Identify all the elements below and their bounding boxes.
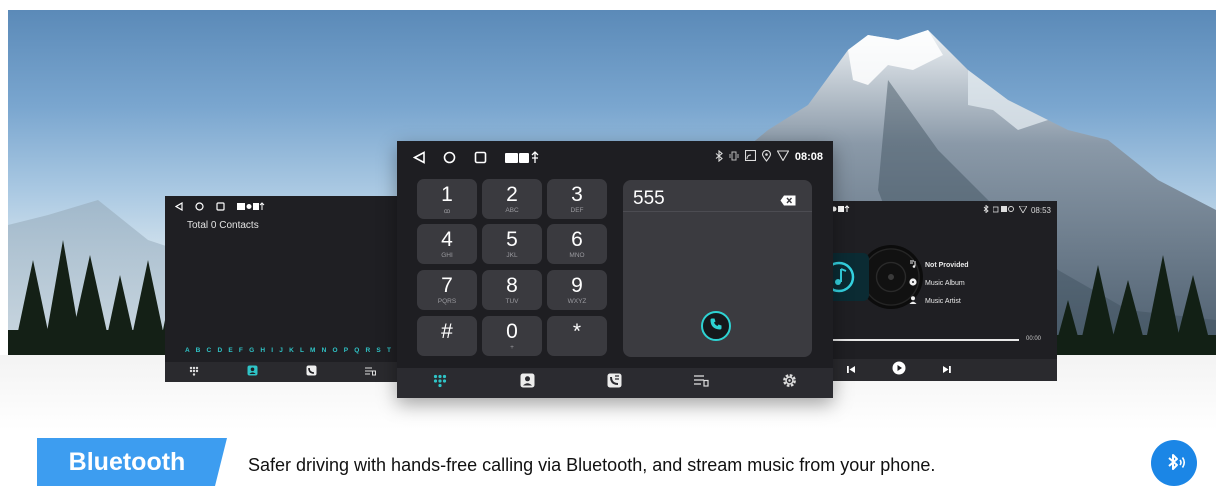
contacts-count: Total 0 Contacts: [187, 220, 259, 231]
key-3[interactable]: 3 DEF: [547, 179, 607, 219]
track-info: Not Provided Music Album Music Artist: [909, 256, 969, 310]
key-digit: *: [572, 319, 582, 343]
dial-panel: 555: [623, 180, 812, 357]
call-log-icon[interactable]: [306, 363, 317, 381]
key-7[interactable]: 7 PQRS: [417, 270, 477, 310]
playback-controls: [829, 359, 1057, 381]
key-digit: 7: [441, 273, 453, 297]
playlist-icon[interactable]: [694, 374, 709, 392]
dialed-number[interactable]: 555: [633, 188, 665, 210]
dialer-screen: 08:08 1ꝏ 2 ABC 3 DEF 4 GHI 5 JKL 6 MNO 7 PQRS …: [397, 141, 833, 398]
bluetooth-status-icon: [983, 204, 989, 215]
playback-progress[interactable]: [829, 339, 1019, 341]
key-9[interactable]: 9 WXYZ: [547, 270, 607, 310]
track-artist: Music Artist: [925, 297, 961, 305]
key-6[interactable]: 6 MNO: [547, 224, 607, 264]
status-bar: 08:53: [829, 201, 1057, 219]
key-letters: WXYZ: [567, 297, 587, 305]
contacts-icon[interactable]: [520, 373, 535, 393]
vibrate-icon: [729, 150, 739, 165]
status-bar: 08:08: [397, 141, 833, 173]
notification-icons: [505, 150, 539, 164]
key-digit: 2: [506, 182, 518, 206]
backspace-icon[interactable]: [780, 193, 796, 211]
back-icon[interactable]: [413, 150, 425, 164]
wifi-icon: [776, 150, 790, 164]
key-letters: +: [510, 343, 514, 351]
key-digit: 8: [506, 273, 518, 297]
key-0[interactable]: 0 +: [482, 316, 542, 356]
alphabet-index[interactable]: A B C D E F G H I J K L M N O P Q R S T: [185, 347, 393, 354]
key-1[interactable]: 1ꝏ: [417, 179, 477, 219]
signal-icons: [992, 205, 1015, 215]
dialpad-icon[interactable]: [189, 363, 199, 381]
key-2[interactable]: 2 ABC: [482, 179, 542, 219]
left-bottom-nav: [165, 362, 400, 382]
play-icon[interactable]: [892, 361, 906, 380]
key-digit: 5: [506, 227, 518, 251]
notification-icons: [237, 201, 265, 211]
album-icon: [909, 278, 917, 288]
track-title-row: Not Provided: [909, 256, 969, 274]
music-note-icon: [909, 260, 917, 270]
key-digit: #: [441, 319, 453, 343]
contacts-icon[interactable]: [247, 363, 258, 381]
key-star[interactable]: *: [547, 316, 607, 356]
track-artist-row: Music Artist: [909, 292, 969, 310]
key-letters: JKL: [506, 251, 518, 259]
notification-icons: [831, 205, 851, 215]
location-icon: [761, 149, 771, 165]
key-8[interactable]: 8 TUV: [482, 270, 542, 310]
playlist-icon[interactable]: [365, 363, 376, 381]
bluetooth-icon: [1151, 440, 1197, 486]
home-icon[interactable]: [195, 201, 204, 211]
key-digit: 4: [441, 227, 453, 251]
badge-label: Bluetooth: [68, 447, 186, 476]
home-icon[interactable]: [443, 151, 456, 164]
wifi-icon: [1018, 205, 1028, 215]
bluetooth-status-icon: [715, 149, 723, 165]
recents-icon[interactable]: [216, 201, 225, 211]
album-cover-image: [829, 253, 869, 301]
key-5[interactable]: 5 JKL: [482, 224, 542, 264]
key-letters: GHI: [441, 251, 453, 259]
call-icon: [709, 317, 723, 336]
call-log-icon[interactable]: [607, 373, 622, 393]
track-album-row: Music Album: [909, 274, 969, 292]
next-track-icon[interactable]: [942, 361, 951, 379]
cast-icon: [744, 149, 756, 164]
dialer-bottom-nav: [397, 368, 833, 398]
key-digit: 3: [571, 182, 583, 206]
key-digit: 9: [571, 273, 583, 297]
key-digit: 6: [571, 227, 583, 251]
bluetooth-badge: Bluetooth: [37, 438, 227, 486]
artist-icon: [909, 296, 917, 306]
contacts-screen: Total 0 Contacts A B C D E F G H I J K L…: [165, 196, 400, 382]
music-screen: 08:53 Not Provided Music Album Music Art…: [829, 201, 1057, 381]
status-time: 08:53: [1030, 205, 1051, 215]
divider: [623, 211, 812, 212]
track-album: Music Album: [925, 279, 965, 287]
key-letters: PQRS: [437, 297, 457, 305]
key-hash[interactable]: #: [417, 316, 477, 356]
key-4[interactable]: 4 GHI: [417, 224, 477, 264]
key-digit: 0: [506, 319, 518, 343]
track-title: Not Provided: [925, 261, 969, 269]
feature-tagline: Safer driving with hands-free calling vi…: [248, 455, 936, 475]
previous-track-icon[interactable]: [847, 361, 856, 379]
status-time: 08:08: [794, 151, 823, 163]
key-letters: MNO: [569, 251, 585, 259]
key-letters: ꝏ: [443, 207, 451, 215]
dialpad-icon[interactable]: [433, 374, 447, 393]
key-letters: TUV: [505, 297, 519, 305]
settings-icon[interactable]: [782, 373, 797, 393]
playback-time: 00:00: [1026, 336, 1042, 342]
call-button[interactable]: [701, 311, 731, 341]
key-letters: ABC: [505, 206, 519, 214]
key-digit: 1: [441, 182, 453, 206]
back-icon[interactable]: [175, 201, 183, 211]
recents-icon[interactable]: [474, 151, 487, 164]
status-bar: [165, 196, 400, 216]
key-letters: DEF: [570, 206, 584, 214]
